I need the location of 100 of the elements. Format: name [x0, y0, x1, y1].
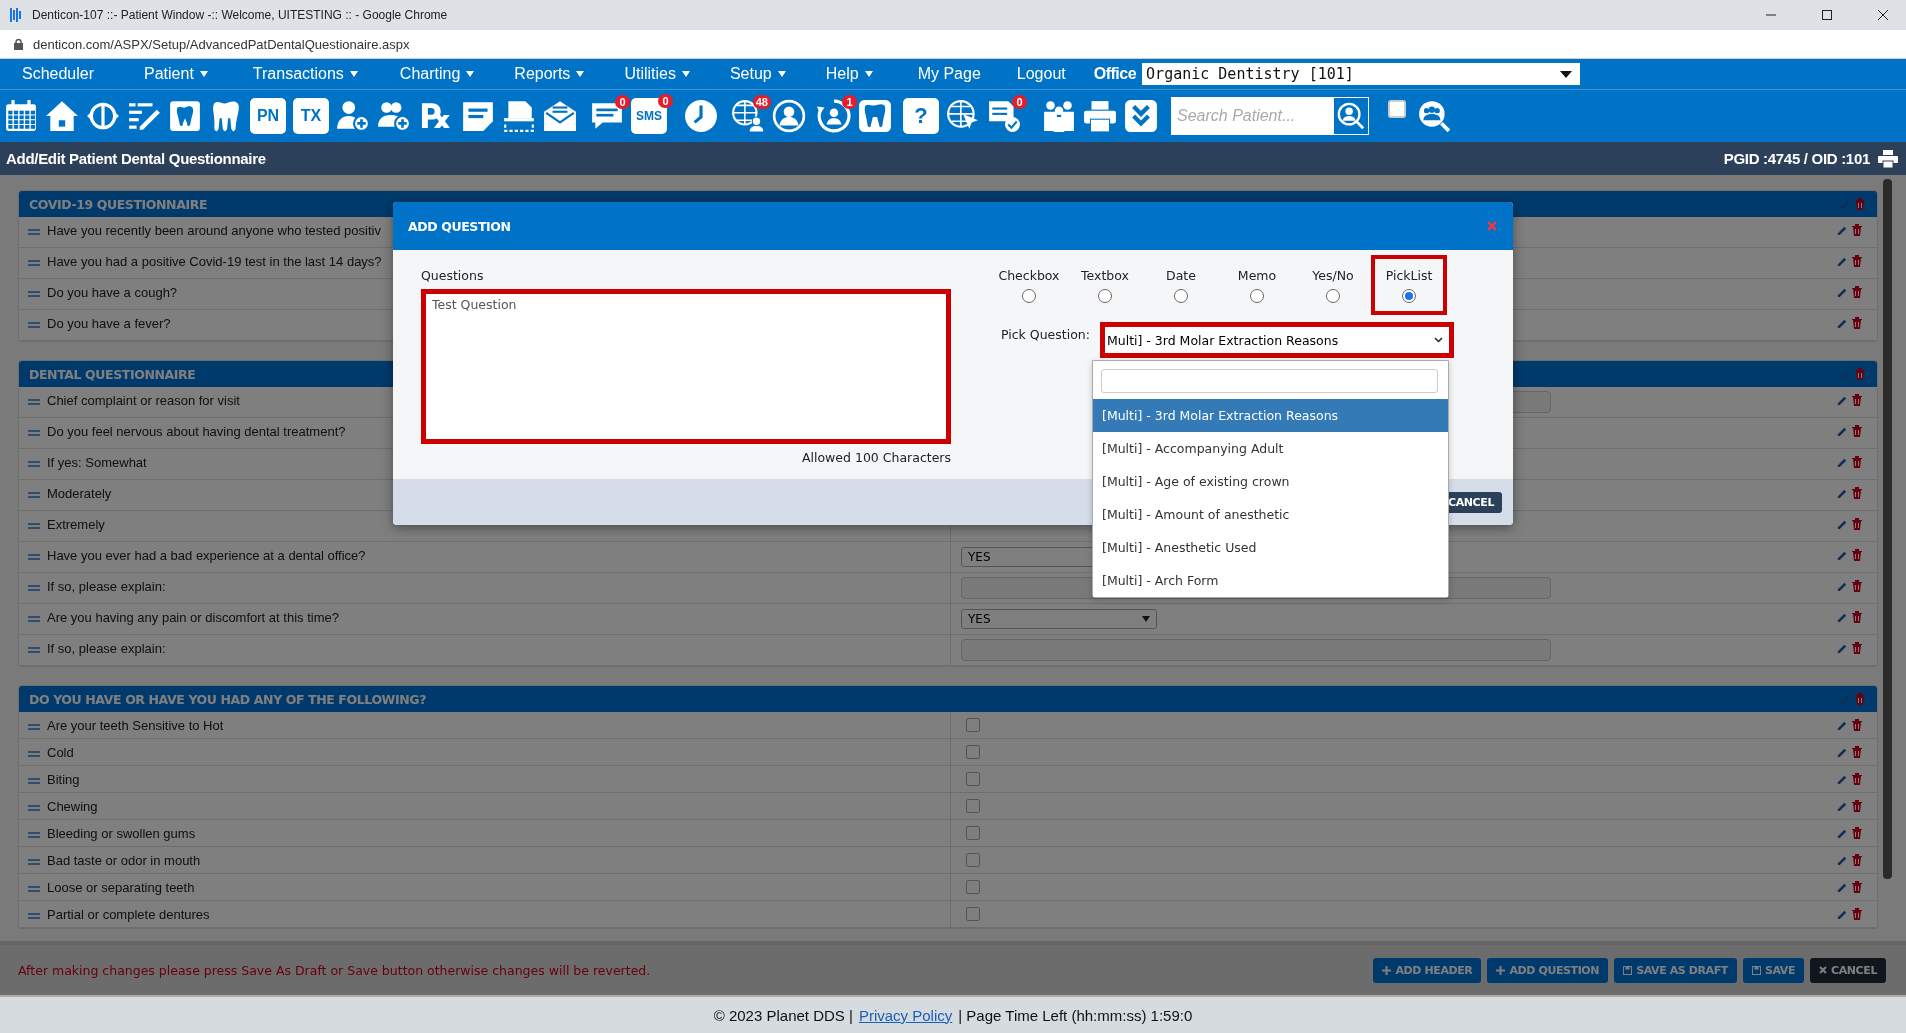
menu-item[interactable]: My Page — [917, 65, 981, 83]
privacy-policy-link[interactable]: Privacy Policy — [858, 1006, 953, 1024]
radio-button[interactable] — [1326, 288, 1340, 303]
menu-item[interactable]: Scheduler — [22, 65, 95, 83]
drag-handle-icon[interactable] — [28, 859, 40, 865]
delete-icon[interactable] — [1855, 368, 1865, 380]
add-person-icon[interactable] — [336, 99, 370, 133]
delete-icon[interactable] — [1852, 518, 1862, 530]
delete-icon[interactable] — [1852, 549, 1862, 561]
refresh-person-icon[interactable] — [817, 99, 851, 133]
delete-icon[interactable] — [1852, 286, 1862, 298]
edit-icon[interactable] — [1837, 827, 1848, 839]
person-globe-icon[interactable] — [772, 99, 806, 133]
drag-handle-icon[interactable] — [28, 322, 40, 328]
edit-icon[interactable] — [1837, 255, 1848, 267]
radio-button[interactable] — [1098, 288, 1112, 303]
delete-icon[interactable] — [1852, 224, 1862, 236]
tooth-icon[interactable] — [858, 99, 892, 133]
edit-icon[interactable] — [1837, 456, 1848, 468]
menu-item[interactable]: Patient — [144, 65, 208, 83]
delete-icon[interactable] — [1852, 611, 1862, 623]
home-icon[interactable] — [45, 99, 79, 133]
drag-handle-icon[interactable] — [28, 523, 40, 529]
dropdown-option[interactable]: [Multi] - 3rd Molar Extraction Reasons — [1093, 399, 1448, 432]
drag-handle-icon[interactable] — [28, 647, 40, 653]
delete-icon[interactable] — [1852, 827, 1862, 839]
drag-handle-icon[interactable] — [28, 260, 40, 266]
edit-icon[interactable] — [1837, 854, 1848, 866]
edit-icon[interactable] — [1837, 317, 1848, 329]
mail-icon[interactable] — [543, 99, 577, 133]
drag-handle-icon[interactable] — [28, 832, 40, 838]
checkbox[interactable] — [966, 718, 980, 732]
edit-icon[interactable] — [1837, 487, 1848, 499]
edit-icon[interactable] — [1837, 549, 1848, 561]
dropdown-option[interactable]: [Multi] - Age of existing crown — [1093, 465, 1448, 498]
delete-icon[interactable] — [1852, 456, 1862, 468]
tooth-card-icon[interactable] — [168, 99, 202, 133]
checkbox[interactable] — [966, 745, 980, 759]
dropdown-option[interactable]: [Multi] - Arch Form — [1093, 564, 1448, 597]
delete-icon[interactable] — [1855, 198, 1865, 210]
menu-item[interactable]: Setup — [729, 65, 786, 83]
edit-icon[interactable] — [1837, 518, 1848, 530]
delete-icon[interactable] — [1852, 800, 1862, 812]
delete-icon[interactable] — [1852, 394, 1862, 406]
printer-icon[interactable] — [1083, 99, 1117, 133]
edit-icon[interactable] — [1837, 394, 1848, 406]
people-icon[interactable] — [1042, 99, 1076, 133]
drag-handle-icon[interactable] — [28, 399, 40, 405]
action-button[interactable]: SAVE — [1742, 957, 1804, 983]
menu-item[interactable]: Help — [825, 65, 873, 83]
action-button[interactable]: SAVE AS DRAFT — [1614, 957, 1737, 983]
checkbox[interactable] — [966, 880, 980, 894]
drag-handle-icon[interactable] — [28, 805, 40, 811]
delete-icon[interactable] — [1852, 746, 1862, 758]
group-search-icon[interactable] — [1417, 99, 1451, 133]
action-button[interactable]: CANCEL — [1810, 957, 1886, 983]
delete-icon[interactable] — [1852, 425, 1862, 437]
radio-button[interactable] — [1174, 288, 1188, 303]
edit-icon[interactable] — [1837, 286, 1848, 298]
scanner-icon[interactable] — [502, 99, 536, 133]
toolbar-button[interactable]: PN — [250, 98, 286, 134]
drag-handle-icon[interactable] — [28, 585, 40, 591]
add-people-icon[interactable] — [377, 99, 411, 133]
radio-button[interactable] — [1250, 288, 1264, 303]
clock-icon[interactable] — [684, 99, 718, 133]
drag-handle-icon[interactable] — [28, 886, 40, 892]
drag-handle-icon[interactable] — [28, 554, 40, 560]
question-field[interactable]: Test Question — [421, 289, 951, 444]
menu-item[interactable]: Transactions — [252, 65, 358, 83]
drag-handle-icon[interactable] — [28, 229, 40, 235]
edit-icon[interactable] — [1837, 908, 1848, 920]
office-dropdown[interactable]: Organic Dentistry [101] — [1142, 63, 1581, 85]
help-button[interactable]: ? — [903, 98, 939, 134]
checkbox[interactable] — [966, 772, 980, 786]
checkbox[interactable] — [966, 799, 980, 813]
menu-item[interactable]: Charting — [399, 65, 475, 83]
address-bar[interactable]: denticon.com/ASPX/Setup/AdvancedPatDentalQuestionaire.aspx — [33, 36, 410, 52]
dropdown-option[interactable]: [Multi] - Anesthetic Used — [1093, 531, 1448, 564]
delete-icon[interactable] — [1855, 693, 1865, 705]
delete-icon[interactable] — [1852, 719, 1862, 731]
edit-icon[interactable] — [1837, 719, 1848, 731]
toolbar-button[interactable]: TX — [293, 98, 329, 134]
edit-icon[interactable] — [1837, 773, 1848, 785]
answer-field[interactable] — [961, 639, 1551, 661]
search-field[interactable] — [1101, 369, 1438, 393]
edit-icon[interactable] — [1837, 611, 1848, 623]
delete-icon[interactable] — [1852, 487, 1862, 499]
checkbox[interactable] — [966, 826, 980, 840]
edit-icon[interactable] — [1837, 746, 1848, 758]
delete-icon[interactable] — [1852, 642, 1862, 654]
delete-icon[interactable] — [1852, 854, 1862, 866]
delete-icon[interactable] — [1852, 580, 1862, 592]
search-field[interactable]: Search Patient... — [1171, 97, 1333, 135]
edit-icon[interactable] — [1837, 800, 1848, 812]
delete-icon[interactable] — [1852, 317, 1862, 329]
prescription-button[interactable]: ℞ — [418, 98, 454, 134]
drag-handle-icon[interactable] — [28, 751, 40, 757]
radio-button[interactable] — [1022, 288, 1036, 303]
answer-dropdown[interactable]: YES — [961, 609, 1157, 629]
note-icon[interactable] — [461, 99, 495, 133]
